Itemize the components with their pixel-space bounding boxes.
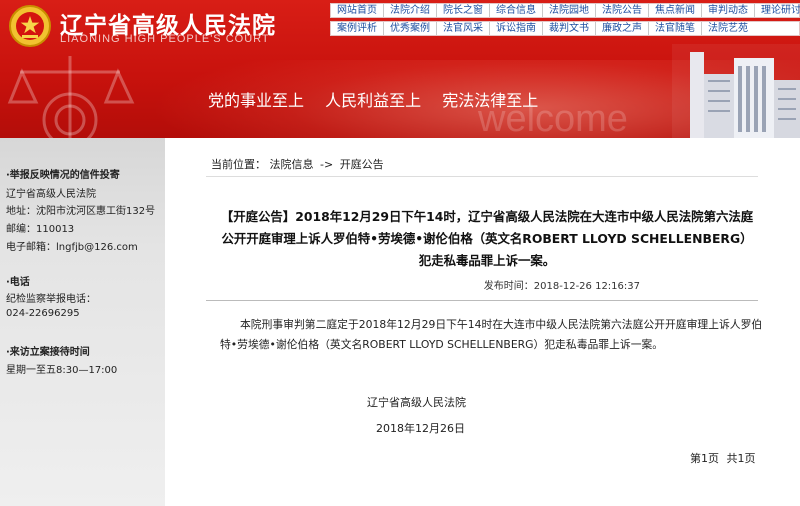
court-building-graphic bbox=[672, 44, 800, 138]
nav-trial-updates[interactable]: 审判动态 bbox=[702, 4, 755, 17]
welcome-watermark: welcome bbox=[478, 98, 628, 138]
nav-court-intro[interactable]: 法院介绍 bbox=[384, 4, 437, 17]
publish-info: 发布时间：2018-12-26 12:16:37 bbox=[0, 277, 640, 292]
visit-line-hours: 星期一至五8:30—17:00 bbox=[6, 365, 118, 376]
letter-heading: ·举报反映情况的信件投寄 bbox=[6, 170, 120, 181]
site-header: 辽宁省高级人民法院 LIAONING HIGH PEOPLE'S COURT 党… bbox=[0, 0, 800, 138]
nav-judgments[interactable]: 裁判文书 bbox=[543, 22, 596, 35]
slogan-2: 人民利益至上 bbox=[325, 91, 422, 110]
visit-heading: ·来访立案接待时间 bbox=[6, 347, 90, 358]
breadcrumb-prefix: 当前位置： bbox=[211, 158, 266, 171]
publish-label: 发布时间： bbox=[483, 281, 534, 292]
pager-total: 共1页 bbox=[726, 452, 756, 465]
main-nav: 网站首页 法院介绍 院长之窗 综合信息 法院园地 法院公告 焦点新闻 审判动态 … bbox=[330, 3, 800, 37]
signature-date: 2018年12月26日 bbox=[376, 422, 465, 435]
letter-line-address: 地址：沈阳市沈河区惠工街132号 bbox=[6, 206, 156, 217]
breadcrumb-separator: -> bbox=[320, 158, 334, 171]
phone-line-number: 024-22696295 bbox=[6, 308, 80, 319]
nav-row-2: 案例评析 优秀案例 法官风采 诉讼指南 裁判文书 廉政之声 法官随笔 法院艺苑 bbox=[330, 21, 800, 36]
nav-court-arts[interactable]: 法院艺苑 bbox=[702, 22, 754, 35]
article-body: 本院刑事审判第二庭定于2018年12月29日下午14时在大连市中级人民法院第六法… bbox=[220, 315, 766, 355]
site-subtitle: LIAONING HIGH PEOPLE'S COURT bbox=[60, 33, 270, 45]
nav-court-notices[interactable]: 法院公告 bbox=[596, 4, 649, 17]
nav-general-info[interactable]: 综合信息 bbox=[490, 4, 543, 17]
nav-home[interactable]: 网站首页 bbox=[331, 4, 384, 17]
article-body-text: 本院刑事审判第二庭定于2018年12月29日下午14时在大连市中级人民法院第六法… bbox=[220, 318, 763, 351]
breadcrumb-hearing-notices[interactable]: 开庭公告 bbox=[340, 158, 384, 171]
breadcrumb-court-info[interactable]: 法院信息 bbox=[270, 158, 314, 171]
article-title: 【开庭公告】2018年12月29日下午14时，辽宁省高级人民法院在大连市中级人民… bbox=[220, 209, 754, 268]
nav-integrity[interactable]: 廉政之声 bbox=[596, 22, 649, 35]
nav-theory[interactable]: 理论研讨 bbox=[755, 4, 800, 17]
pager-current[interactable]: 第1页 bbox=[690, 452, 719, 465]
letter-line-email[interactable]: 电子邮箱：lngfjb@126.com bbox=[6, 238, 138, 253]
slogan-1: 党的事业至上 bbox=[208, 91, 305, 110]
nav-row-1: 网站首页 法院介绍 院长之窗 综合信息 法院园地 法院公告 焦点新闻 审判动态 … bbox=[330, 3, 800, 18]
breadcrumb-divider bbox=[206, 176, 758, 177]
nav-president-window[interactable]: 院长之窗 bbox=[437, 4, 490, 17]
national-emblem-icon bbox=[9, 5, 51, 47]
nav-court-garden[interactable]: 法院园地 bbox=[543, 4, 596, 17]
publish-time: 2018-12-26 12:16:37 bbox=[533, 281, 640, 292]
nav-judge-profiles[interactable]: 法官风采 bbox=[437, 22, 490, 35]
nav-litigation-guide[interactable]: 诉讼指南 bbox=[490, 22, 543, 35]
nav-excellent-cases[interactable]: 优秀案例 bbox=[384, 22, 437, 35]
nav-judge-essays[interactable]: 法官随笔 bbox=[649, 22, 702, 35]
signature-org: 辽宁省高级人民法院 bbox=[367, 396, 466, 409]
justice-scales-graphic bbox=[7, 56, 135, 138]
title-divider bbox=[206, 300, 758, 301]
breadcrumb: 当前位置： 法院信息 -> 开庭公告 bbox=[211, 156, 384, 172]
pagination: 第1页 共1页 bbox=[690, 450, 760, 466]
nav-focus-news[interactable]: 焦点新闻 bbox=[649, 4, 702, 17]
letter-line-postcode: 邮编：110013 bbox=[6, 224, 75, 235]
nav-case-analysis[interactable]: 案例评析 bbox=[331, 22, 384, 35]
phone-line-label: 纪检监察举报电话： bbox=[6, 294, 96, 305]
letter-line-org: 辽宁省高级人民法院 bbox=[6, 189, 96, 200]
sidebar: ·举报反映情况的信件投寄 辽宁省高级人民法院 地址：沈阳市沈河区惠工街132号 … bbox=[0, 138, 165, 506]
